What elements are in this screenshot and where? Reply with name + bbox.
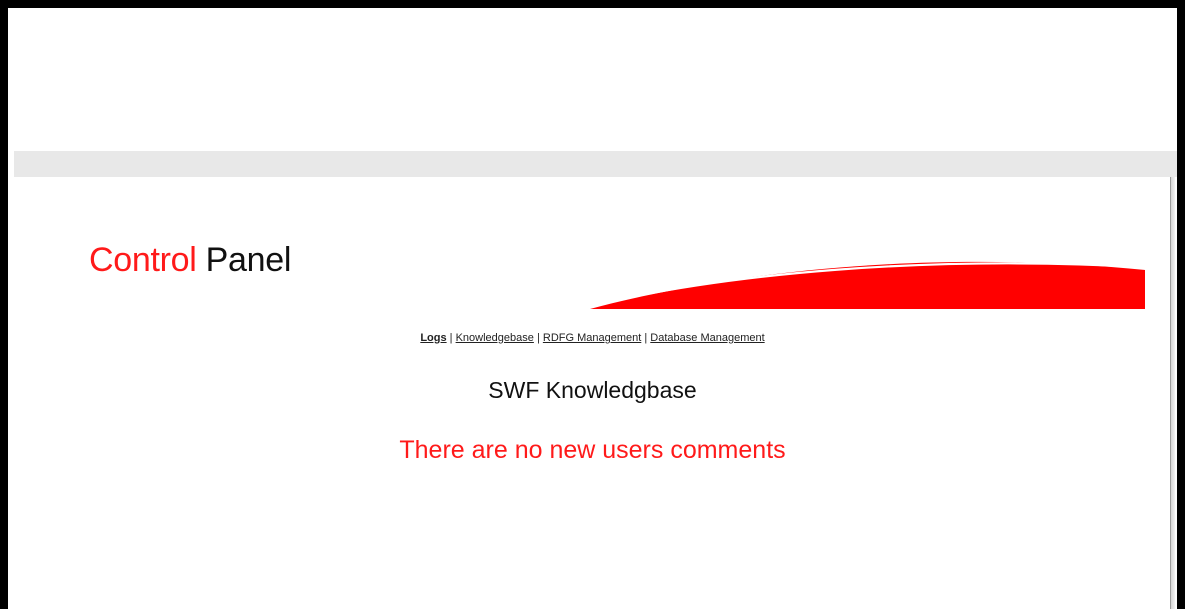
page-title-accent: Control [89, 241, 197, 279]
nav-link-database-management[interactable]: Database Management [650, 332, 764, 344]
nav-separator: | [449, 332, 453, 344]
nav-link-knowledgebase[interactable]: Knowledgebase [456, 332, 534, 344]
nav-links: Logs | Knowledgebase | RDFG Management |… [8, 331, 1177, 345]
nav-link-logs[interactable]: Logs [420, 332, 446, 344]
nav-separator: | [536, 332, 540, 344]
header-bar [14, 151, 1177, 177]
page-title-rest: Panel [205, 241, 292, 279]
nav-link-rdfg-management[interactable]: RDFG Management [543, 332, 641, 344]
section-heading: SWF Knowledgbase [488, 377, 697, 403]
status-message: There are no new users comments [399, 436, 786, 464]
red-swoosh-icon [590, 261, 1145, 309]
page-frame: Control Panel Logs | Knowledgebase | RDF… [8, 8, 1177, 609]
page-title: Control Panel [89, 240, 291, 280]
nav-separator: | [644, 332, 648, 344]
